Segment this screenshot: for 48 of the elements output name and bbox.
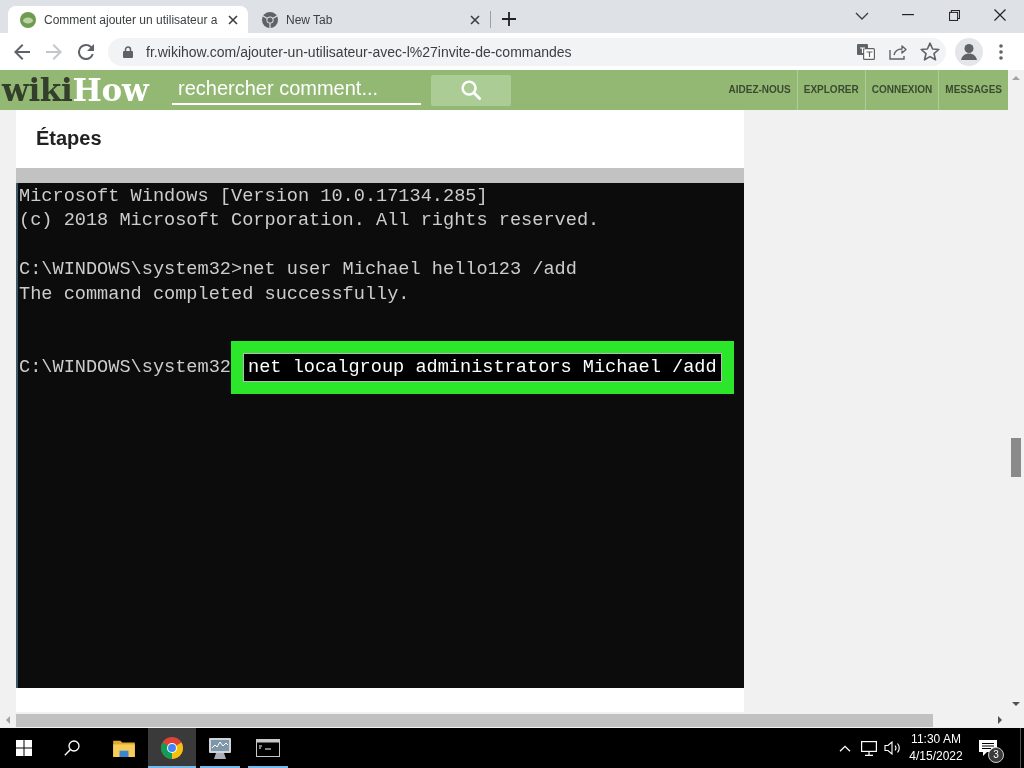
minimize-icon xyxy=(902,14,914,16)
close-icon xyxy=(994,9,1006,21)
profile-avatar-icon[interactable] xyxy=(955,37,983,66)
nav-link[interactable]: AIDEZ-NOUS xyxy=(722,70,797,110)
star-icon[interactable] xyxy=(920,42,940,61)
share-icon[interactable] xyxy=(889,43,907,60)
notification-count-badge: 3 xyxy=(988,747,1004,763)
windows-logo-icon xyxy=(16,740,32,756)
monitor-chart-icon xyxy=(208,737,232,759)
lock-icon xyxy=(123,45,133,58)
new-tab-plus-icon[interactable] xyxy=(502,12,516,26)
scrollbar-thumb[interactable] xyxy=(1011,438,1021,477)
restore-icon xyxy=(948,9,960,21)
scrollbar-thumb[interactable] xyxy=(16,713,933,727)
scroll-down-arrow-icon[interactable] xyxy=(1012,702,1020,706)
folder-icon xyxy=(113,739,135,757)
speaker-icon[interactable] xyxy=(884,741,902,755)
console-text: C:\WINDOWS\system32>net user Michael hello123 /add xyxy=(19,259,577,281)
clock-date[interactable]: 4/15/2022 xyxy=(909,748,963,765)
translate-icon[interactable] xyxy=(857,43,875,60)
close-icon[interactable] xyxy=(470,14,480,25)
console-prompt: C:\WINDOWS\system32 xyxy=(19,357,231,379)
section-heading: Étapes xyxy=(35,126,103,151)
chevron-up-icon[interactable] xyxy=(839,744,851,752)
site-favicon-icon xyxy=(20,11,36,28)
taskbar-app-button[interactable] xyxy=(148,728,196,768)
browser-logo-icon xyxy=(262,11,278,28)
address-bar[interactable]: fr.wikihow.com/ajouter-un-utilisateur-avec-l%27invite-de-commandes xyxy=(108,37,946,66)
console-text: Microsoft Windows [Version 10.0.17134.285] xyxy=(19,185,488,207)
browser-tab[interactable]: New Tab xyxy=(250,6,490,33)
terminal-icon xyxy=(256,739,280,757)
search-icon xyxy=(461,80,481,100)
chevron-down-icon[interactable] xyxy=(855,12,869,20)
browser-logo-icon xyxy=(161,737,183,759)
console-text: (c) 2018 Microsoft Corporation. All rights reserved. xyxy=(19,210,600,232)
scroll-right-arrow-icon[interactable] xyxy=(998,716,1002,724)
console-text: The command completed successfully. xyxy=(19,283,410,305)
site-logo[interactable]: wikiHow xyxy=(2,70,162,110)
close-icon[interactable] xyxy=(228,14,238,25)
browser-tab[interactable]: Comment ajouter un utilisateur a xyxy=(8,6,248,33)
search-icon xyxy=(64,740,80,756)
network-icon[interactable] xyxy=(861,740,877,756)
reload-icon[interactable] xyxy=(78,43,94,60)
menu-icon[interactable] xyxy=(999,43,1003,60)
console-command: net localgroup administrators Michael /add xyxy=(244,354,721,382)
back-arrow-icon[interactable] xyxy=(14,43,30,60)
search-field[interactable]: rechercher comment... xyxy=(172,75,421,105)
clock-time[interactable]: 11:30 AM xyxy=(911,731,961,748)
